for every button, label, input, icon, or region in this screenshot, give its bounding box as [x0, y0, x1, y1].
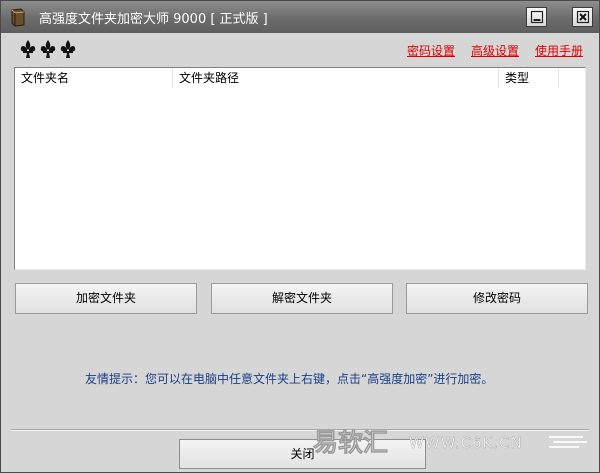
fleur-de-lis-icon	[20, 40, 76, 58]
title-bar[interactable]: 高强度文件夹加密大师 9000 [ 正式版 ]	[1, 1, 599, 33]
minimize-icon	[530, 10, 544, 24]
book-icon	[11, 8, 25, 27]
manual-link[interactable]: 使用手册	[535, 42, 583, 59]
app-window: 高强度文件夹加密大师 9000 [ 正式版 ] 密码设置 高级设置 使用手册 文…	[0, 0, 600, 473]
password-settings-link[interactable]: 密码设置	[407, 42, 455, 59]
watermark-brand: 易软汇	[313, 428, 388, 457]
encrypt-folder-button[interactable]: 加密文件夹	[15, 283, 197, 314]
decrypt-folder-button[interactable]: 解密文件夹	[211, 283, 393, 314]
column-header-folder-name[interactable]: 文件夹名	[15, 68, 173, 88]
window-title: 高强度文件夹加密大师 9000 [ 正式版 ]	[39, 12, 268, 27]
tip-text: 友情提示：您可以在电脑中任意文件夹上右键，点击“高强度加密”进行加密。	[85, 372, 494, 386]
advanced-settings-link[interactable]: 高级设置	[471, 42, 519, 59]
minimize-button[interactable]	[526, 7, 547, 27]
close-window-button[interactable]	[572, 7, 593, 27]
column-header-type[interactable]: 类型	[499, 68, 559, 88]
folder-list[interactable]: 文件夹名 文件夹路径 类型	[14, 67, 586, 270]
close-icon	[576, 10, 590, 24]
watermark-lines-icon	[549, 436, 587, 448]
watermark: 易软汇 WWW.C6K.CN	[313, 428, 587, 457]
list-header: 文件夹名 文件夹路径 类型	[15, 68, 585, 88]
change-password-button[interactable]: 修改密码	[406, 283, 588, 314]
watermark-url: WWW.C6K.CN	[409, 434, 523, 452]
column-header-folder-path[interactable]: 文件夹路径	[173, 68, 499, 88]
